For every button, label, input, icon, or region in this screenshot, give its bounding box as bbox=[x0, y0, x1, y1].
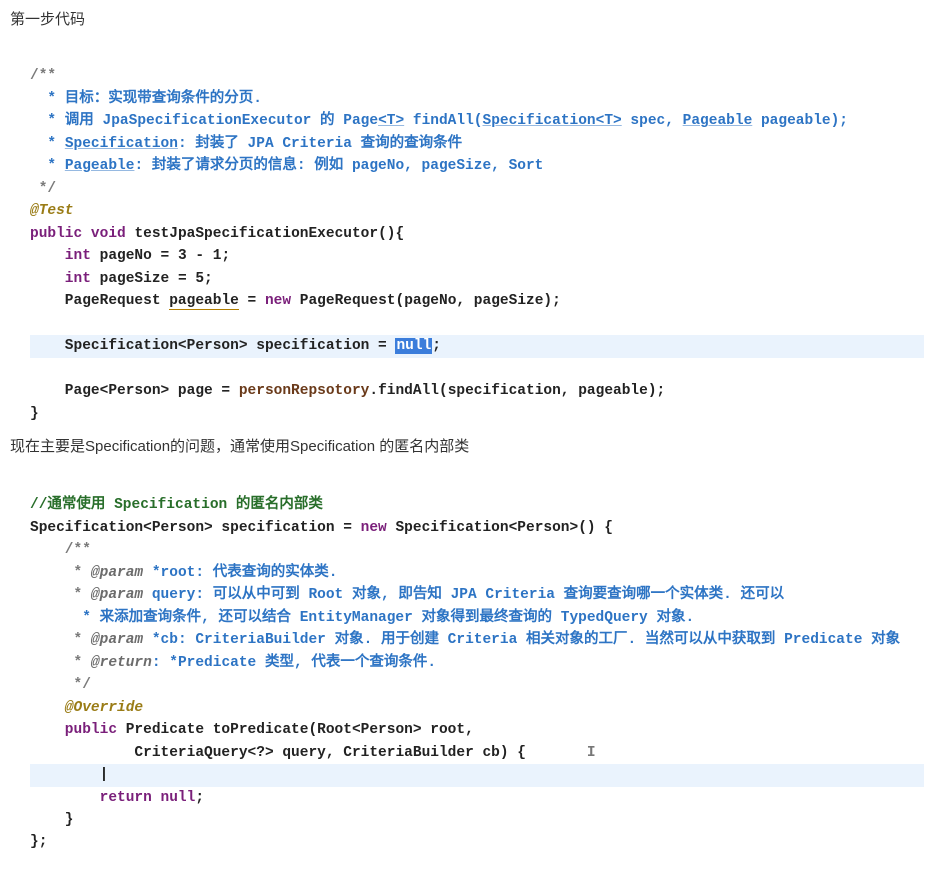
t: * bbox=[39, 158, 65, 174]
t: : 封装了 JPA Criteria 查询的查询条件 bbox=[178, 136, 462, 152]
doc2-close: */ bbox=[30, 677, 91, 693]
kw-new: new bbox=[265, 293, 300, 309]
generic-t2: <T> bbox=[596, 113, 622, 129]
annotation-test: @Test bbox=[30, 203, 74, 219]
doc-return: : *Predicate 类型, 代表一个查询条件. bbox=[152, 655, 445, 671]
spec-decl2: Specification<Person> specification = bbox=[30, 520, 361, 536]
field-repo: personRepsotory bbox=[239, 383, 370, 399]
highlight-line-1: Specification<Person> specification = nu… bbox=[30, 335, 924, 357]
t: Page bbox=[335, 113, 379, 129]
kw-int2: int bbox=[30, 271, 100, 287]
ctor: PageRequest(pageNo, pageSize); bbox=[300, 293, 561, 309]
var-pageable: pageable bbox=[169, 293, 239, 310]
highlight-line-2: | bbox=[30, 764, 924, 786]
tag-param3: @param bbox=[91, 632, 143, 648]
doc-open: /** bbox=[30, 68, 56, 84]
tag-param2: @param bbox=[91, 587, 143, 603]
doc-close: */ bbox=[30, 181, 56, 197]
t: * bbox=[30, 587, 91, 603]
annotation-override: @Override bbox=[30, 700, 143, 716]
method-topredicate: Predicate toPredicate(Root<Person> root, bbox=[126, 722, 474, 738]
kw-int1: int bbox=[30, 248, 100, 264]
kw-void: void bbox=[91, 226, 135, 242]
t: * bbox=[30, 632, 91, 648]
var-pageno: pageNo = 3 - 1; bbox=[100, 248, 231, 264]
kw-public2: public bbox=[30, 722, 126, 738]
selected-null: null bbox=[395, 338, 432, 354]
t: ; bbox=[432, 338, 441, 354]
t: * bbox=[30, 655, 91, 671]
t bbox=[30, 610, 39, 626]
doc-star4 bbox=[30, 158, 39, 174]
t: * bbox=[39, 136, 65, 152]
t: spec, bbox=[622, 113, 683, 129]
t: * bbox=[30, 565, 91, 581]
doc-query: query: 可以从中可到 Root 对象, 即告知 JPA Criteria … bbox=[143, 587, 784, 603]
doc-cb: *cb: CriteriaBuilder 对象. 用于创建 Criteria 相… bbox=[143, 632, 900, 648]
call-findall: .findAll(specification, pageable); bbox=[369, 383, 665, 399]
kw-null: null bbox=[161, 790, 196, 806]
type-pageable2: Pageable bbox=[65, 158, 135, 174]
caret-line: | bbox=[30, 767, 108, 783]
kw-public: public bbox=[30, 226, 91, 242]
t: findAll( bbox=[404, 113, 482, 129]
prose-1: 现在主要是Specification的问题，通常使用Specification … bbox=[10, 435, 924, 456]
heading-step1: 第一步代码 bbox=[10, 8, 924, 29]
doc-star2 bbox=[30, 113, 39, 129]
t: ; bbox=[195, 790, 204, 806]
t: : 封装了请求分页的信息: 例如 pageNo, pageSize, Sort bbox=[134, 158, 543, 174]
kw-new2: new bbox=[361, 520, 396, 536]
doc-goal: * 目标：实现带查询条件的分页. bbox=[39, 91, 262, 107]
type-spec2: Specification bbox=[65, 136, 178, 152]
generic-t: <T> bbox=[378, 113, 404, 129]
text-cursor-icon: I bbox=[526, 745, 596, 761]
tag-return: @return bbox=[91, 655, 152, 671]
doc-star bbox=[30, 91, 39, 107]
page-decl: Page<Person> page = bbox=[30, 383, 239, 399]
code-block-2: //通常使用 Specification 的匿名内部类 Specificatio… bbox=[30, 472, 924, 854]
kw-return: return bbox=[30, 790, 161, 806]
tag-param1: @param bbox=[91, 565, 143, 581]
t: 的 bbox=[320, 113, 335, 129]
type-spec: Specification bbox=[483, 113, 596, 129]
method-params: CriteriaQuery<?> query, CriteriaBuilder … bbox=[30, 745, 526, 761]
var-pagesize: pageSize = 5; bbox=[100, 271, 213, 287]
line-comment: //通常使用 Specification 的匿名内部类 bbox=[30, 497, 323, 513]
t: = bbox=[239, 293, 265, 309]
method-name: testJpaSpecificationExecutor(){ bbox=[134, 226, 404, 242]
anon-class: Specification<Person>() { bbox=[395, 520, 613, 536]
doc-star3 bbox=[30, 136, 39, 152]
t: pageable); bbox=[752, 113, 848, 129]
code-block-1: /** * 目标：实现带查询条件的分页. * 调用 JpaSpecificati… bbox=[30, 43, 924, 425]
close-brace3: }; bbox=[30, 834, 47, 850]
close-brace2: } bbox=[30, 812, 74, 828]
doc-call-a: * 调用 JpaSpecificationExecutor bbox=[39, 113, 320, 129]
doc2-open: /** bbox=[30, 542, 91, 558]
type-pagerequest: PageRequest bbox=[30, 293, 169, 309]
close-brace: } bbox=[30, 406, 39, 422]
doc-query2: * 来添加查询条件, 还可以结合 EntityManager 对象得到最终查询的… bbox=[39, 610, 703, 626]
type-pageable: Pageable bbox=[683, 113, 753, 129]
doc-root: *root: 代表查询的实体类. bbox=[143, 565, 346, 581]
spec-decl: Specification<Person> specification = bbox=[30, 338, 395, 354]
